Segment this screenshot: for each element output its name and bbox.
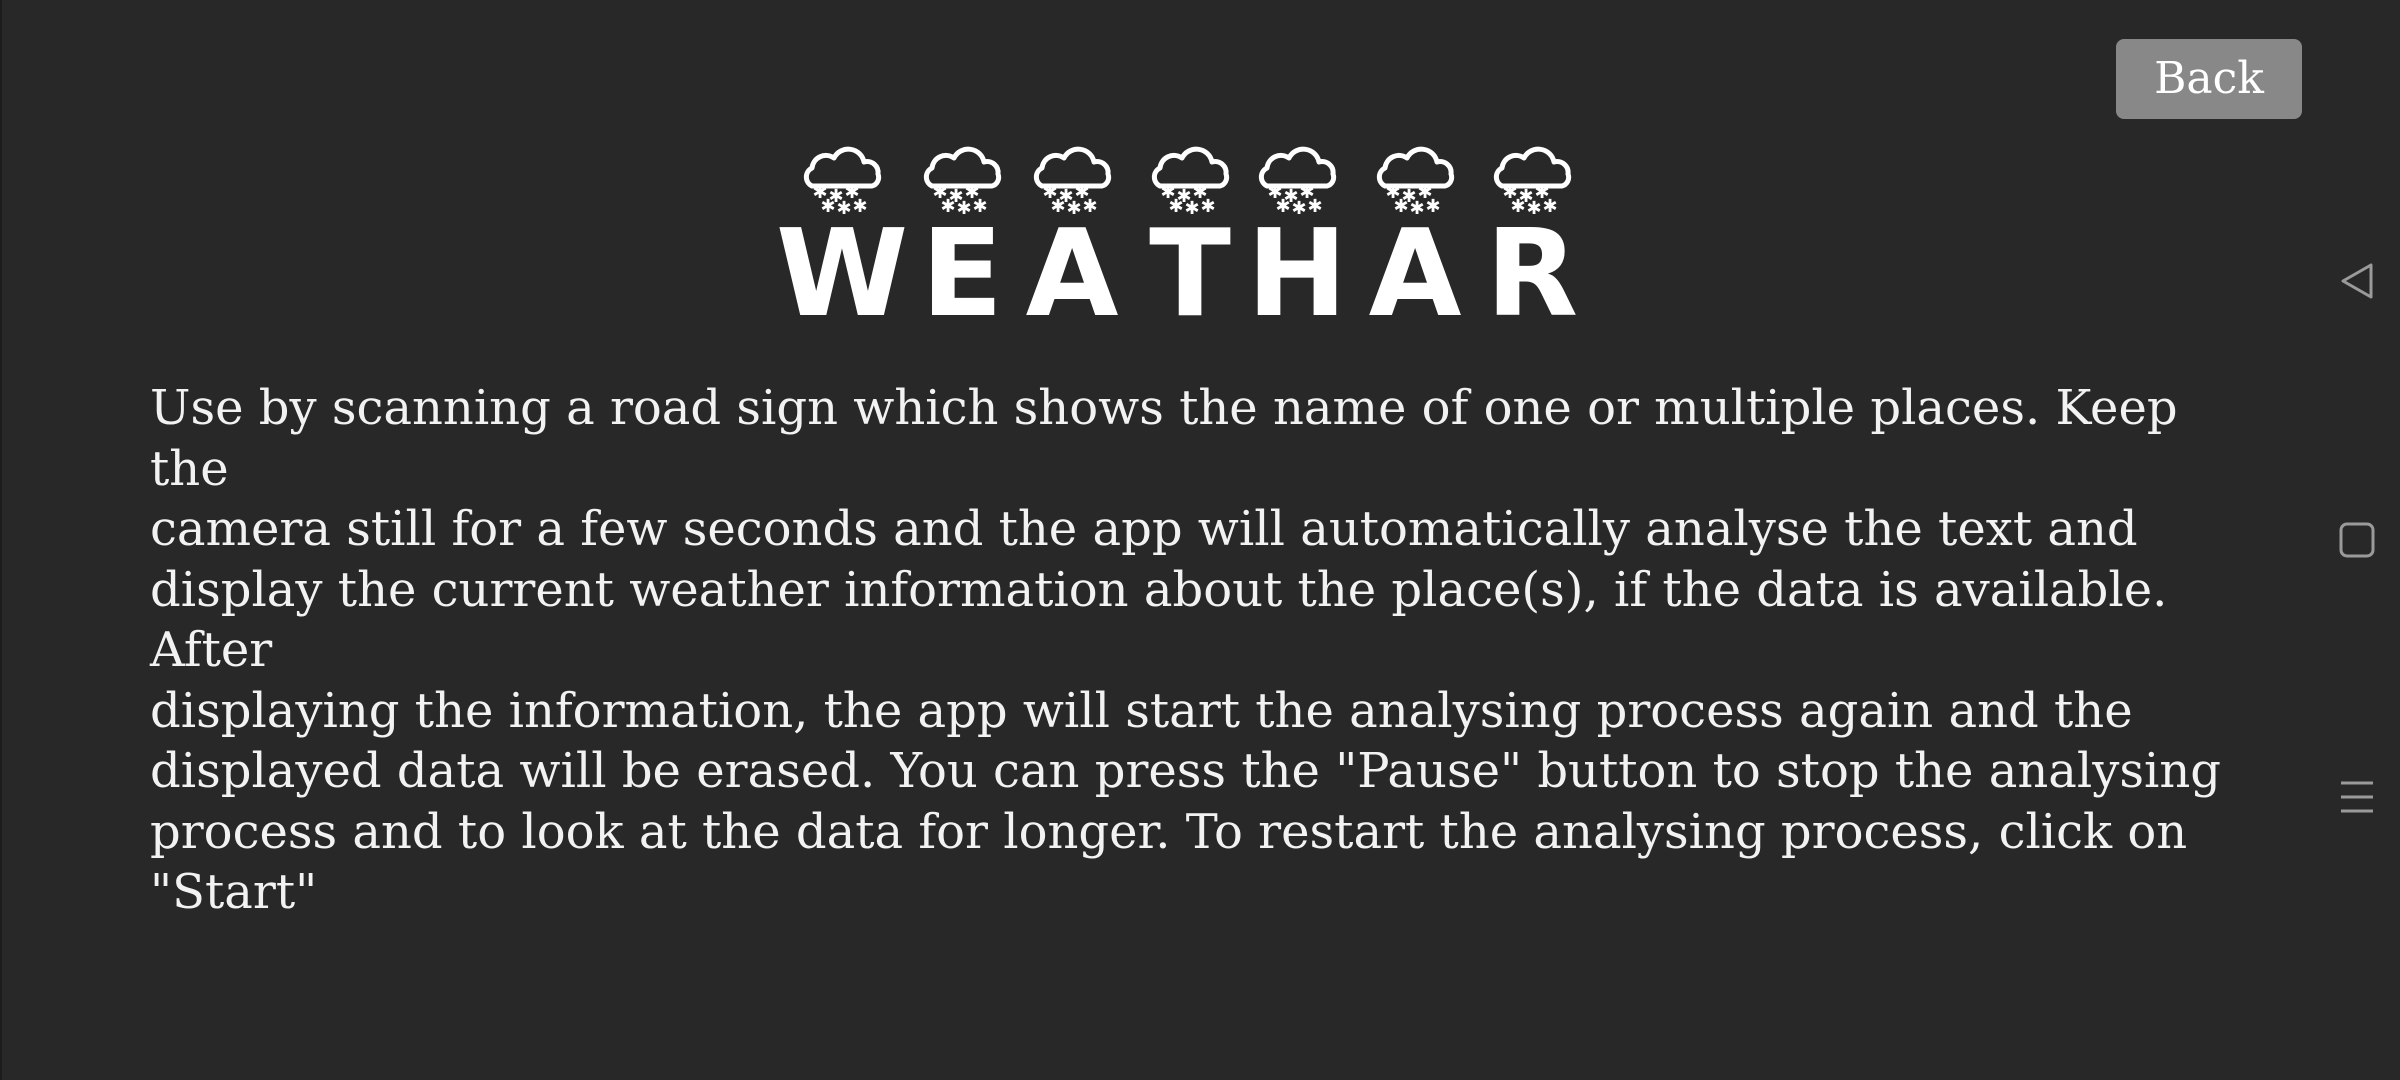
nav-menu-button[interactable] xyxy=(2322,762,2392,832)
app-screen: Back ✱ ✱ ✱ ✱ ✱ ✱ W ✱ ✱ ✱ ✱ ✱ ✱ E ✱ ✱ ✱ ✱ ✱ ✱ A ✱ ✱ ✱ ✱ ✱ ✱ T ✱ ✱ ✱ ✱ ✱ ✱ H… xyxy=(0,0,2400,1080)
logo-letter-text: E xyxy=(921,205,1003,330)
logo-letter-h-4: ✱ ✱ ✱✱ ✱ ✱H xyxy=(1247,146,1347,330)
snow-cloud-icon xyxy=(1033,146,1112,189)
snow-cloud-icon xyxy=(1493,146,1572,189)
menu-lines-icon xyxy=(2337,775,2377,819)
logo-letter-text: A xyxy=(1026,205,1119,330)
snow-cloud-icon xyxy=(1151,146,1230,189)
back-triangle-icon xyxy=(2337,259,2377,303)
logo-letter-e-1: ✱ ✱ ✱✱ ✱ ✱E xyxy=(921,146,1003,330)
snow-cloud-icon xyxy=(1258,146,1337,189)
logo-letter-a-5: ✱ ✱ ✱✱ ✱ ✱A xyxy=(1369,146,1462,330)
app-logo: ✱ ✱ ✱ ✱ ✱ ✱ W ✱ ✱ ✱ ✱ ✱ ✱ E ✱ ✱ ✱ ✱ ✱ ✱ A ✱ ✱ ✱ ✱ ✱ ✱ T ✱ ✱ ✱ ✱ ✱ ✱ H ✱ ✱ ✱ ✱ ✱… xyxy=(772,140,1632,330)
nav-recent-apps-button[interactable] xyxy=(2322,505,2392,575)
recent-apps-square-icon xyxy=(2337,520,2377,560)
snow-cloud-icon xyxy=(1376,146,1455,189)
logo-letter-text: A xyxy=(1369,205,1462,330)
instructions-text: Use by scanning a road sign which shows … xyxy=(150,380,2221,920)
logo-letter-t-3: ✱ ✱ ✱✱ ✱ ✱T xyxy=(1149,146,1231,330)
logo-letter-r-6: ✱ ✱ ✱✱ ✱ ✱R xyxy=(1486,146,1578,330)
system-nav-bar xyxy=(2312,0,2400,1080)
logo-letter-text: R xyxy=(1486,205,1578,330)
nav-back-button[interactable] xyxy=(2322,246,2392,316)
snow-cloud-icon xyxy=(923,146,1002,189)
back-button[interactable]: Back xyxy=(2116,39,2302,119)
logo-letter-text: T xyxy=(1149,205,1231,330)
logo-letter-text: W xyxy=(776,205,908,330)
logo-letter-w-0: ✱ ✱ ✱✱ ✱ ✱W xyxy=(776,146,908,330)
snow-cloud-icon xyxy=(803,146,882,189)
logo-letter-a-2: ✱ ✱ ✱✱ ✱ ✱A xyxy=(1026,146,1119,330)
logo-letter-text: H xyxy=(1247,205,1347,330)
